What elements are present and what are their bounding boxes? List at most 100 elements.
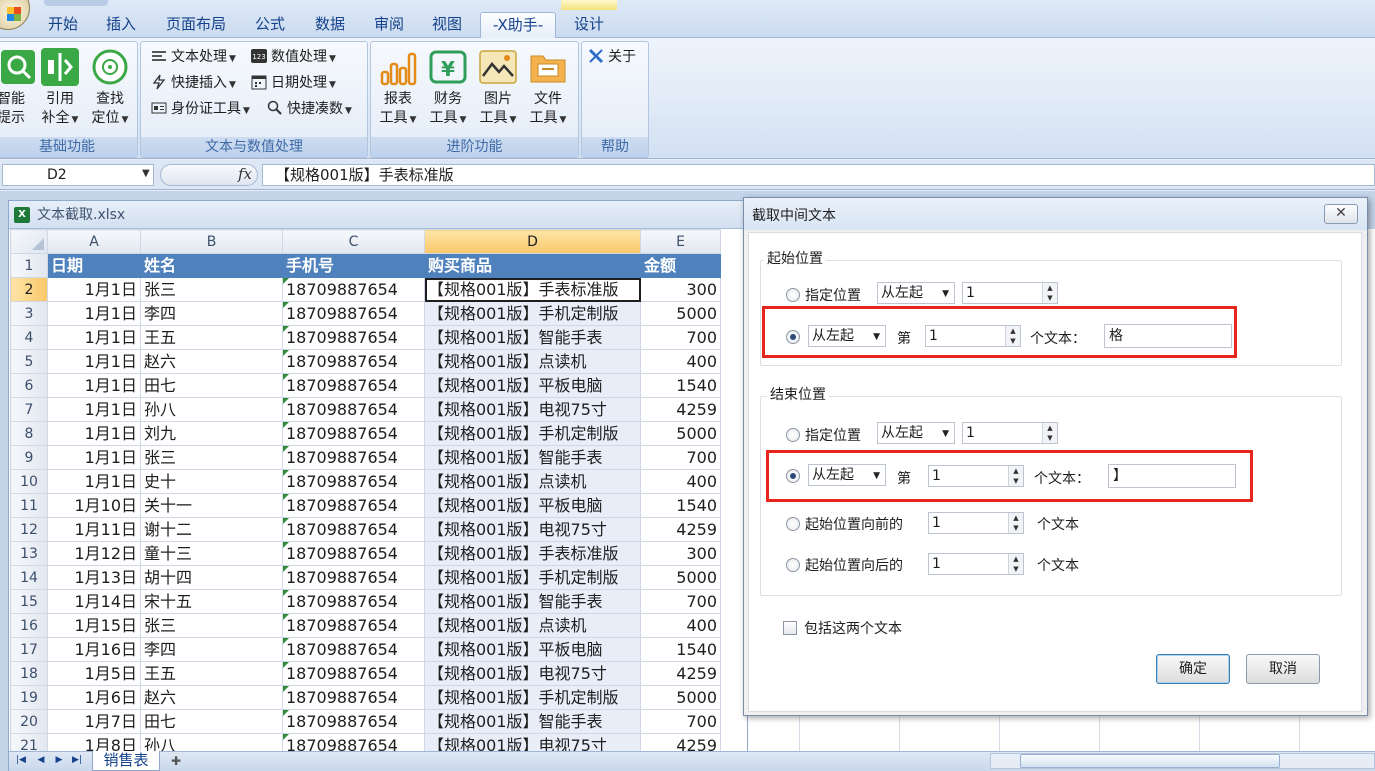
cell[interactable]: 宋十五	[140, 589, 283, 614]
cell[interactable]: 4259	[640, 397, 721, 422]
cell[interactable]: 1月13日	[47, 565, 141, 590]
about-button[interactable]: 关于	[588, 46, 636, 68]
cell[interactable]: 1月1日	[47, 301, 141, 326]
cell[interactable]: 刘九	[140, 421, 283, 446]
header-cell[interactable]: 手机号	[282, 253, 425, 278]
next-sheet-icon[interactable]: ▶	[52, 753, 66, 767]
id-card-tool-button[interactable]: 身份证工具 ▼	[151, 98, 250, 120]
quick-sum-button[interactable]: 快捷凑数 ▼	[267, 98, 352, 120]
cell[interactable]: 4259	[640, 661, 721, 686]
first-sheet-icon[interactable]: |◀	[14, 753, 28, 767]
cell[interactable]: 孙八	[140, 397, 283, 422]
select-all-corner[interactable]	[10, 229, 48, 254]
cell[interactable]: 田七	[140, 709, 283, 734]
start-specified-direction-select[interactable]: 从左起 ▼	[877, 282, 955, 304]
tab-insert[interactable]: 插入	[98, 12, 144, 38]
tab-review[interactable]: 审阅	[364, 12, 414, 38]
end-specified-position-spinner[interactable]: 1 ▲ ▼	[962, 422, 1058, 444]
report-tool-button[interactable]: 报表 工具 ▼	[375, 48, 421, 130]
end-after-start-radio[interactable]	[786, 558, 800, 572]
cell[interactable]: 史十	[140, 469, 283, 494]
column-header[interactable]: B	[140, 229, 283, 254]
cell[interactable]: 1月15日	[47, 613, 141, 638]
file-tool-button[interactable]: 文件 工具 ▼	[525, 48, 571, 130]
end-before-start-spinner[interactable]: 1 ▲ ▼	[928, 512, 1024, 534]
cell[interactable]: 【规格001版】平板电脑	[424, 637, 641, 662]
text-process-button[interactable]: 文本处理 ▼	[151, 46, 236, 68]
tab-view[interactable]: 视图	[422, 12, 472, 38]
row-number[interactable]: 2	[10, 277, 48, 302]
header-cell[interactable]: 姓名	[140, 253, 283, 278]
name-box-dropdown-icon[interactable]: ▼	[142, 168, 150, 179]
start-specified-position-spinner[interactable]: 1 ▲ ▼	[962, 282, 1058, 304]
cell[interactable]: 1月14日	[47, 589, 141, 614]
ok-button[interactable]: 确定	[1156, 654, 1230, 684]
quick-access-toolbar[interactable]	[44, 0, 108, 6]
row-number[interactable]: 17	[10, 637, 48, 662]
cell[interactable]: 1月1日	[47, 325, 141, 350]
start-specified-position-radio[interactable]	[786, 288, 800, 302]
cell[interactable]: 1540	[640, 373, 721, 398]
date-process-button[interactable]: 日期处理 ▼	[251, 72, 336, 94]
cell[interactable]: 关十一	[140, 493, 283, 518]
column-header[interactable]: C	[282, 229, 425, 254]
column-header[interactable]: E	[640, 229, 721, 254]
column-header[interactable]: D	[424, 229, 641, 254]
cell[interactable]: 400	[640, 349, 721, 374]
header-cell[interactable]: 金额	[640, 253, 721, 278]
cell[interactable]: 王五	[140, 661, 283, 686]
cell[interactable]: 18709887654	[282, 661, 425, 686]
formula-input[interactable]: 【规格001版】手表标准版	[262, 164, 1375, 186]
cell[interactable]: 18709887654	[282, 685, 425, 710]
cell[interactable]: 18709887654	[282, 565, 425, 590]
cell[interactable]: 18709887654	[282, 421, 425, 446]
cell[interactable]: 胡十四	[140, 565, 283, 590]
cell[interactable]: 4259	[640, 517, 721, 542]
row-number[interactable]: 12	[10, 517, 48, 542]
row-number[interactable]: 5	[10, 349, 48, 374]
cell[interactable]: 5000	[640, 421, 721, 446]
cell[interactable]: 【规格001版】智能手表	[424, 445, 641, 470]
tab-data[interactable]: 数据	[304, 12, 356, 38]
cell[interactable]: 赵六	[140, 685, 283, 710]
cell[interactable]: 【规格001版】电视75寸	[424, 397, 641, 422]
name-box[interactable]: D2	[2, 164, 154, 186]
insert-sheet-icon[interactable]: ✚	[164, 752, 188, 770]
spreadsheet-grid[interactable]: A B C D E 1 日期 姓名 手机号 购买商品 金额 2 1月1日 张三 187098876…	[10, 229, 721, 758]
ref-complete-button[interactable]: 引用 补全 ▼	[37, 48, 83, 130]
row-number[interactable]: 9	[10, 445, 48, 470]
prev-sheet-icon[interactable]: ◀	[34, 753, 48, 767]
cell[interactable]: 王五	[140, 325, 283, 350]
cell[interactable]: 18709887654	[282, 613, 425, 638]
row-number[interactable]: 1	[10, 253, 48, 278]
cell[interactable]: 18709887654	[282, 589, 425, 614]
row-number[interactable]: 11	[10, 493, 48, 518]
cell[interactable]: 1月1日	[47, 373, 141, 398]
cell[interactable]: 李四	[140, 637, 283, 662]
cell[interactable]: 1月1日	[47, 277, 141, 302]
cell[interactable]: 400	[640, 469, 721, 494]
cell[interactable]: 1540	[640, 493, 721, 518]
cell[interactable]: 1月1日	[47, 445, 141, 470]
cell[interactable]: 张三	[140, 445, 283, 470]
cell[interactable]: 700	[640, 445, 721, 470]
cell[interactable]: 童十三	[140, 541, 283, 566]
cell[interactable]: 李四	[140, 301, 283, 326]
cell[interactable]: 1月5日	[47, 661, 141, 686]
cell[interactable]: 【规格001版】点读机	[424, 469, 641, 494]
cell[interactable]: 1月6日	[47, 685, 141, 710]
quick-insert-button[interactable]: 快捷插入 ▼	[151, 72, 236, 94]
row-number[interactable]: 7	[10, 397, 48, 422]
cell[interactable]: 1月1日	[47, 469, 141, 494]
cell[interactable]: 400	[640, 613, 721, 638]
end-before-start-radio[interactable]	[786, 517, 800, 531]
cell[interactable]: 18709887654	[282, 493, 425, 518]
row-number[interactable]: 13	[10, 541, 48, 566]
cell[interactable]: 18709887654	[282, 517, 425, 542]
row-number[interactable]: 4	[10, 325, 48, 350]
header-cell[interactable]: 购买商品	[424, 253, 641, 278]
cell[interactable]: 5000	[640, 565, 721, 590]
end-specified-direction-select[interactable]: 从左起 ▼	[877, 422, 955, 444]
cell[interactable]: 【规格001版】智能手表	[424, 709, 641, 734]
image-tool-button[interactable]: 图片 工具 ▼	[475, 48, 521, 130]
